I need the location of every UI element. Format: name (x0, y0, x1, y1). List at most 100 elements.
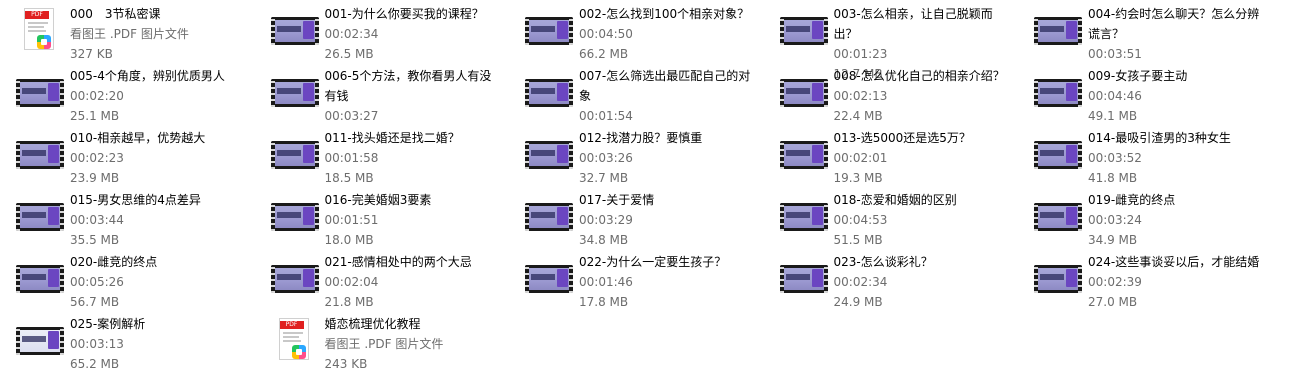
file-item-video[interactable]: 018-恋爱和婚姻的区别 00:04:53 51.5 MB (764, 186, 1014, 247)
file-name: 023-怎么谈彩礼？ (833, 255, 933, 269)
film-perforation (314, 79, 319, 107)
video-film-icon (16, 203, 64, 231)
file-item-video[interactable]: 002-怎么找到100个相亲对象？ 00:04:50 66.2 MB (509, 0, 759, 61)
file-size: 23.9 MB (70, 171, 120, 185)
pdf-text-line (28, 30, 46, 32)
video-badge-icon (1066, 207, 1077, 225)
file-thumbnail (16, 68, 64, 116)
file-item-video[interactable]: 023-怎么谈彩礼？ 00:02:34 24.9 MB (764, 248, 1014, 309)
file-size: 327 KB (70, 47, 113, 61)
file-item-pdf[interactable]: PDF 000 3节私密课 看图王 .PDF 图片文件 327 KB (0, 0, 250, 61)
video-badge-icon (557, 269, 568, 287)
video-badge-icon (811, 83, 823, 101)
video-caption-mark (1040, 274, 1064, 280)
file-item-video[interactable]: 016-完美婚姻3要素 00:01:51 18.0 MB (255, 186, 505, 247)
file-item-video[interactable]: 011-找头婚还是找二婚？ 00:01:58 18.5 MB (255, 124, 505, 185)
file-name: 017-关于爱情 (579, 193, 655, 207)
video-badge-icon (557, 83, 568, 101)
file-item-video[interactable]: 020-雌竞的终点 00:05:26 56.7 MB (0, 248, 250, 309)
file-duration: 00:04:53 (833, 213, 888, 227)
file-item-video[interactable]: 001-为什么你要买我的课程？ 00:02:34 26.5 MB (255, 0, 505, 61)
file-thumbnail (16, 192, 64, 240)
film-perforation (314, 17, 319, 45)
file-size: 18.5 MB (324, 171, 374, 185)
video-badge-icon (48, 269, 59, 287)
file-info: 010-相亲越早，优势越大 00:02:23 23.9 MB (70, 128, 248, 188)
file-item-video[interactable]: 010-相亲越早，优势越大 00:02:23 23.9 MB (0, 124, 250, 185)
file-item-video[interactable]: 012-找潜力股？要慎重 00:03:26 32.7 MB (509, 124, 759, 185)
file-info: 005-4个角度，辨别优质男人 00:02:20 25.1 MB (70, 66, 248, 126)
video-caption-mark (22, 336, 46, 342)
file-item-video[interactable]: 003-怎么相亲，让自己脱颖而出？ 00:01:23 12.7 MB (764, 0, 1014, 81)
video-badge-icon (811, 269, 823, 287)
video-film-icon (779, 141, 828, 169)
file-size: 27.0 MB (1088, 295, 1138, 309)
file-info: 011-找头婚还是找二婚？ 00:01:58 18.5 MB (325, 128, 503, 188)
file-name: 003-怎么相亲，让自己脱颖而出？ (833, 7, 993, 41)
video-badge-icon (302, 269, 314, 287)
file-item-video[interactable]: 007-怎么筛选出最匹配自己的对象 00:01:54 (509, 62, 759, 123)
video-badge-icon (48, 145, 59, 163)
video-film-icon (525, 17, 573, 45)
video-film-icon (270, 17, 319, 45)
file-info: 016-完美婚姻3要素 00:01:51 18.0 MB (325, 190, 503, 250)
file-item-video[interactable]: 015-男女思维的4点差异 00:03:44 35.5 MB (0, 186, 250, 247)
file-size: 24.9 MB (833, 295, 883, 309)
video-caption-mark (1040, 26, 1064, 32)
video-film-icon (270, 141, 319, 169)
file-thumbnail (525, 68, 573, 116)
file-size: 18.0 MB (324, 233, 374, 247)
file-size: 51.5 MB (833, 233, 883, 247)
file-info: 008-怎么优化自己的相亲介绍？ 00:02:13 22.4 MB (834, 66, 1012, 126)
file-info: 017-关于爱情 00:03:29 34.8 MB (579, 190, 757, 250)
file-thumbnail (16, 254, 64, 302)
video-badge-icon (1066, 83, 1077, 101)
file-item-video[interactable]: 005-4个角度，辨别优质男人 00:02:20 25.1 MB (0, 62, 250, 123)
file-size: 26.5 MB (324, 47, 374, 61)
file-item-video[interactable]: 021-感情相处中的两个大忌 00:02:04 21.8 MB (255, 248, 505, 309)
file-name: 008-怎么优化自己的相亲介绍？ (833, 69, 1005, 83)
file-duration: 00:03:27 (324, 109, 379, 123)
video-film-icon (270, 203, 319, 231)
file-size: 19.3 MB (833, 171, 883, 185)
film-perforation (823, 141, 828, 169)
video-badge-icon (48, 83, 59, 101)
video-film-icon (16, 79, 64, 107)
file-item-video[interactable]: 024-这些事谈妥以后，才能结婚 00:02:39 27.0 MB (1018, 248, 1268, 309)
file-grid: PDF 000 3节私密课 看图王 .PDF 图片文件 327 KB 001-为什么你要… (0, 0, 1297, 389)
file-name: 016-完美婚姻3要素 (324, 193, 432, 207)
film-perforation (314, 141, 319, 169)
file-item-video[interactable]: 013-选5000还是选5万？ 00:02:01 19.3 MB (764, 124, 1014, 185)
film-perforation (60, 265, 64, 293)
film-perforation (823, 203, 828, 231)
file-item-video[interactable]: 008-怎么优化自己的相亲介绍？ 00:02:13 22.4 MB (764, 62, 1014, 123)
file-duration: 00:02:34 (833, 275, 888, 289)
file-item-video[interactable]: 006-5个方法，教你看男人有没有钱 00:03:27 (255, 62, 505, 123)
pdf-text-line (282, 336, 299, 338)
file-item-video[interactable]: 017-关于爱情 00:03:29 34.8 MB (509, 186, 759, 247)
video-badge-icon (557, 207, 568, 225)
file-item-video[interactable]: 004-约会时怎么聊天？怎么分辨谎言？ 00:03:51 (1018, 0, 1268, 61)
file-thumbnail (270, 6, 319, 54)
film-perforation (314, 203, 319, 231)
file-item-video[interactable]: 019-雌竞的终点 00:03:24 34.9 MB (1018, 186, 1268, 247)
file-item-video[interactable]: 014-最吸引渣男的3种女生 00:03:52 41.8 MB (1018, 124, 1268, 185)
file-name: 011-找头婚还是找二婚？ (324, 131, 460, 145)
video-caption-mark (276, 88, 301, 94)
file-type: 看图王 .PDF 图片文件 (70, 27, 189, 41)
video-badge-icon (811, 207, 823, 225)
file-item-video[interactable]: 022-为什么一定要生孩子？ 00:01:46 17.8 MB (509, 248, 759, 309)
video-film-icon (270, 265, 319, 293)
video-caption-mark (22, 274, 46, 280)
video-badge-icon (48, 207, 59, 225)
file-item-pdf[interactable]: PDF 婚恋梳理优化教程 看图王 .PDF 图片文件 243 KB (255, 310, 505, 371)
file-name: 012-找潜力股？要慎重 (579, 131, 703, 145)
file-size: 49.1 MB (1088, 109, 1138, 123)
file-item-video[interactable]: 025-案例解析 00:03:13 65.2 MB (0, 310, 250, 371)
file-duration: 00:03:26 (579, 151, 633, 165)
file-thumbnail (779, 130, 828, 178)
file-duration: 00:03:13 (70, 337, 124, 351)
file-thumbnail (16, 316, 64, 364)
file-item-video[interactable]: 009-女孩子要主动 00:04:46 49.1 MB (1018, 62, 1268, 123)
film-perforation (60, 79, 64, 107)
